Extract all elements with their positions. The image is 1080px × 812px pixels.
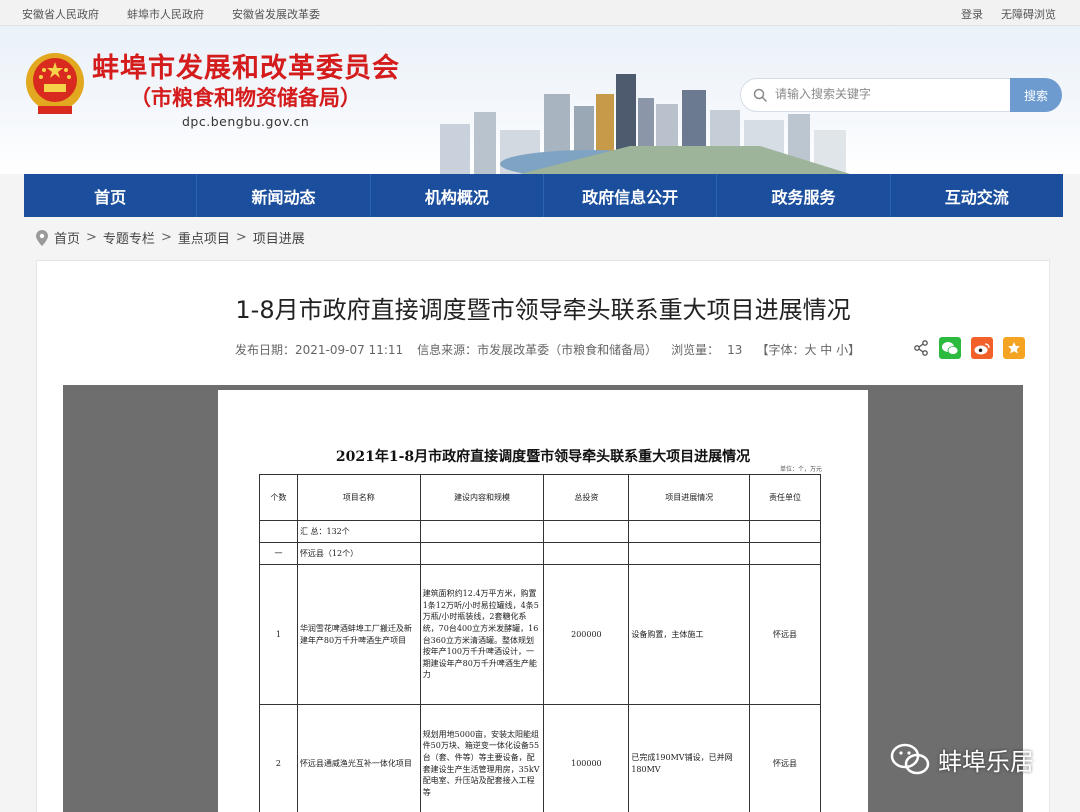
site-title: 蚌埠市发展和改革委员会 (92, 53, 400, 84)
breadcrumb-home[interactable]: 首页 (54, 228, 80, 247)
login-link[interactable]: 登录 (961, 6, 983, 22)
breadcrumb-progress[interactable]: 项目进展 (253, 228, 305, 247)
document-page: 2021年1-8月市政府直接调度暨市领导牵头联系重大项目进展情况 单位：个，万元… (218, 390, 868, 812)
table-row-total: 汇 总：132个 (259, 520, 821, 543)
breadcrumb-separator: > (235, 230, 247, 245)
location-pin-icon (36, 229, 48, 246)
nav-services[interactable]: 政务服务 (717, 174, 891, 217)
row-investment: 200000 (543, 564, 630, 705)
accessibility-link[interactable]: 无障碍浏览 (1001, 6, 1056, 22)
search-button[interactable]: 搜索 (1010, 78, 1062, 112)
row-name: 华润雪花啤酒蚌埠工厂搬迁及新建年产80万千升啤酒生产项目 (296, 564, 421, 705)
top-links-left: 安徽省人民政府 蚌埠市人民政府 安徽省发展改革委 (22, 6, 320, 22)
breadcrumb-key-projects[interactable]: 重点项目 (178, 228, 230, 247)
col-header-unit: 责任单位 (749, 474, 821, 521)
row-investment: 100000 (543, 704, 630, 812)
table-header-row: 个数 项目名称 建设内容和规模 总投资 项目进展情况 责任单位 (259, 474, 821, 521)
link-anhui-drc[interactable]: 安徽省发展改革委 (232, 6, 320, 22)
favorite-share-icon[interactable] (1003, 337, 1025, 359)
watermark: 蚌埠乐居 (890, 742, 1034, 777)
breadcrumb-separator: > (160, 230, 172, 245)
main-nav: 首页 新闻动态 机构概况 政府信息公开 政务服务 互动交流 (24, 174, 1063, 217)
row-progress: 设备购置，主体施工 (628, 564, 751, 705)
search-field[interactable] (740, 78, 1010, 112)
article-panel: 1-8月市政府直接调度暨市领导牵头联系重大项目进展情况 发布日期：2021-09… (36, 260, 1050, 812)
breadcrumb-topics[interactable]: 专题专栏 (103, 228, 155, 247)
article-title: 1-8月市政府直接调度暨市领导牵头联系重大项目进展情况 (235, 296, 851, 324)
col-header-count: 个数 (259, 474, 298, 521)
nav-home[interactable]: 首页 (24, 174, 198, 217)
row-progress: 已完成190MV铺设，已并网180MV (628, 704, 751, 812)
col-header-investment: 总投资 (543, 474, 630, 521)
row-index: 1 (259, 564, 298, 705)
site-subtitle: （市粮食和物资储备局） (130, 86, 361, 110)
share-bar (913, 337, 1025, 359)
document-image-frame: 2021年1-8月市政府直接调度暨市领导牵头联系重大项目进展情况 单位：个，万元… (63, 385, 1023, 812)
row-scope: 规划用地5000亩，安装太阳能组件50万块、箱逆变一体化设备55台（套、件等）等… (419, 704, 545, 812)
wechat-share-icon[interactable] (939, 337, 961, 359)
share-icon[interactable] (913, 340, 929, 356)
breadcrumb: 首页 > 专题专栏 > 重点项目 > 项目进展 (36, 228, 305, 247)
nav-about[interactable]: 机构概况 (371, 174, 544, 217)
row-scope: 建筑面积约12.4万平方米，购置1条12万听/小时易拉罐线，4条5万瓶/小时瓶装… (419, 564, 545, 705)
font-size-switcher[interactable]: 【字体：大 中 小】 (756, 341, 860, 358)
top-links-right: 登录 无障碍浏览 (961, 6, 1056, 22)
wechat-watermark-icon (890, 743, 930, 774)
row-name: 怀远县通威渔光互补一体化项目 (296, 704, 421, 812)
watermark-text: 蚌埠乐居 (938, 748, 1034, 776)
national-emblem-icon (26, 53, 84, 114)
col-header-scope: 建设内容和规模 (419, 474, 545, 521)
search-input[interactable] (775, 87, 995, 101)
breadcrumb-separator: > (86, 230, 97, 245)
row-unit: 怀远县 (749, 704, 821, 812)
search-icon (753, 88, 768, 103)
nav-interaction[interactable]: 互动交流 (891, 174, 1063, 217)
table-row: 1 华润雪花啤酒蚌埠工厂搬迁及新建年产80万千升啤酒生产项目 建筑面积约12.4… (259, 564, 821, 705)
search-box: 搜索 (740, 78, 1062, 112)
info-source: 信息来源：市发展改革委（市粮食和储备局） (417, 343, 658, 357)
col-header-name: 项目名称 (296, 474, 421, 521)
link-bengbu-gov[interactable]: 蚌埠市人民政府 (127, 6, 204, 22)
weibo-share-icon[interactable] (971, 337, 993, 359)
table-row: 2 怀远县通威渔光互补一体化项目 规划用地5000亩，安装太阳能组件50万块、箱… (259, 704, 821, 812)
nav-news[interactable]: 新闻动态 (197, 174, 371, 217)
publish-date: 发布日期：2021-09-07 11:11 (235, 343, 404, 357)
document-title: 2021年1-8月市政府直接调度暨市领导牵头联系重大项目进展情况 (335, 449, 751, 465)
site-header: 蚌埠市发展和改革委员会 （市粮食和物资储备局） dpc.bengbu.gov.c… (0, 26, 1080, 174)
top-bar: 安徽省人民政府 蚌埠市人民政府 安徽省发展改革委 登录 无障碍浏览 (0, 0, 1080, 26)
group-cell: 怀远县（12个） (296, 542, 421, 565)
site-domain: dpc.bengbu.gov.cn (182, 114, 310, 129)
nav-gov-info[interactable]: 政府信息公开 (544, 174, 718, 217)
row-unit: 怀远县 (749, 564, 821, 705)
total-cell: 汇 总：132个 (296, 520, 421, 543)
view-count: 浏览量： 13 (671, 343, 743, 357)
project-table: 个数 项目名称 建设内容和规模 总投资 项目进展情况 责任单位 汇 总：132个… (259, 474, 821, 812)
col-header-progress: 项目进展情况 (628, 474, 751, 521)
row-index: 2 (259, 704, 298, 812)
article-meta: 发布日期：2021-09-07 11:11 信息来源：市发展改革委（市粮食和储备… (235, 341, 860, 358)
table-row-group: 一 怀远县（12个） (259, 542, 821, 565)
city-skyline-banner (440, 74, 850, 174)
link-anhui-gov[interactable]: 安徽省人民政府 (22, 6, 99, 22)
document-unit: 单位：个，万元 (779, 466, 822, 473)
group-index: 一 (259, 542, 298, 565)
